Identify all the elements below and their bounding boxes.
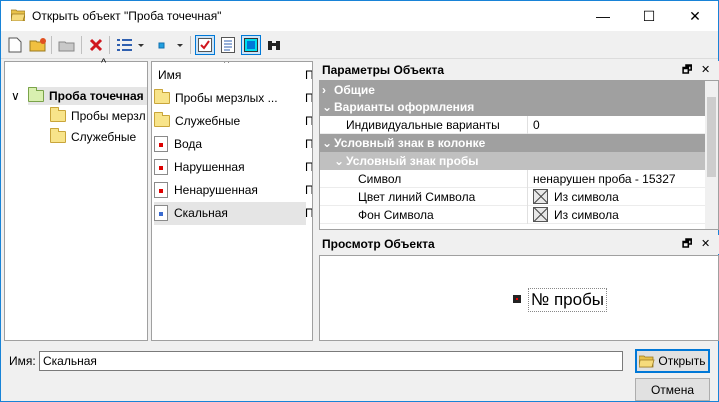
maximize-icon: ☐	[642, 7, 656, 24]
minimize-icon: —	[596, 8, 610, 24]
symbol-icon	[154, 182, 168, 198]
sort-up-icon: ^	[224, 61, 230, 69]
tree-item-service[interactable]: Служебные	[50, 128, 136, 146]
folder-icon	[50, 107, 66, 122]
list-item[interactable]: Пробы мерзлых ...	[154, 87, 306, 110]
folder-tree: ^ ∨ Проба точечная Пробы мерзл Служебные	[4, 57, 148, 341]
close-window-button[interactable]: ✕	[672, 1, 718, 31]
list-item[interactable]: Служебные	[154, 110, 306, 133]
tree-item-label: Проба точечная	[49, 89, 144, 103]
category-variants[interactable]: ⌄ Варианты оформления	[320, 98, 705, 116]
sample-point-icon	[513, 295, 521, 303]
preview-area: № пробы	[319, 255, 719, 341]
cancel-button[interactable]: Отмена	[635, 378, 710, 401]
folder-icon	[154, 89, 170, 104]
open-object-dialog: Открыть объект "Проба точечная" — ☐ ✕ ^ …	[0, 0, 719, 402]
delete-icon	[89, 38, 103, 52]
preview-header: Просмотр Объекта 🗗 ✕	[319, 235, 719, 254]
column-header-cut[interactable]: П	[305, 65, 312, 85]
close-icon[interactable]: ✕	[701, 235, 710, 254]
list-item[interactable]: Ненарушенная	[154, 179, 306, 202]
binoculars-icon	[268, 41, 280, 50]
tree-item-root[interactable]: Проба точечная	[28, 87, 147, 105]
property-line-color[interactable]: Цвет линий Символа Из символа	[320, 188, 705, 206]
new-button[interactable]	[5, 35, 25, 55]
up-level-button[interactable]	[57, 35, 77, 55]
new-folder-icon	[29, 38, 46, 52]
symbol-blue-icon	[154, 205, 168, 221]
minimize-button[interactable]: —	[580, 1, 626, 31]
name-label: Имя:	[9, 354, 36, 368]
chevron-down-icon: ∨	[11, 89, 20, 103]
symbol-mode-dropdown[interactable]	[153, 35, 185, 55]
open-folder-icon	[11, 9, 25, 21]
property-symbol[interactable]: Символ ненарушен проба - 15327	[320, 170, 705, 188]
scrollbar-thumb[interactable]	[707, 97, 716, 177]
preview-toggle[interactable]	[241, 35, 261, 55]
folder-icon	[28, 87, 44, 102]
chevron-right-icon: ›	[322, 83, 326, 97]
new-folder-button[interactable]	[28, 35, 48, 55]
property-individual[interactable]: Индивидуальные варианты 0	[320, 116, 705, 134]
find-button[interactable]	[264, 35, 284, 55]
chevron-down-icon: ⌄	[322, 136, 333, 150]
properties-header: Параметры Объекта 🗗 ✕	[319, 61, 719, 80]
list-item[interactable]: Нарушенная	[154, 156, 306, 179]
close-icon[interactable]: ✕	[701, 61, 710, 80]
delete-button[interactable]	[86, 35, 106, 55]
category-general[interactable]: › Общие	[320, 81, 705, 99]
preview-title: Просмотр Объекта	[322, 237, 435, 251]
column-header-name[interactable]: Имя	[158, 65, 181, 85]
view-mode-dropdown[interactable]	[114, 35, 146, 55]
pin-icon[interactable]: 🗗	[682, 61, 692, 80]
category-sample-sign[interactable]: ⌄ Условный знак пробы	[320, 152, 705, 170]
text-document-icon	[221, 37, 235, 53]
from-symbol-icon	[533, 189, 548, 204]
pin-icon[interactable]: 🗗	[682, 235, 692, 254]
properties-toggle[interactable]	[218, 35, 238, 55]
sample-number-label: № пробы	[528, 288, 608, 312]
property-scrollbar[interactable]	[705, 81, 718, 229]
list-view-icon	[117, 39, 144, 51]
tree-expander[interactable]: ∨	[11, 87, 20, 105]
check-toggle[interactable]	[195, 35, 215, 55]
square-symbol-icon	[158, 42, 183, 49]
list-item-selected[interactable]: Скальная	[154, 202, 306, 225]
tree-item-label: Пробы мерзл	[71, 109, 146, 123]
new-document-icon	[8, 37, 22, 53]
sort-up-icon: ^	[101, 57, 107, 69]
symbol-icon	[154, 136, 168, 152]
from-symbol-icon	[533, 207, 548, 222]
checkmark-icon	[198, 38, 212, 52]
folder-up-icon	[58, 41, 75, 52]
name-input[interactable]: Скальная	[39, 351, 623, 371]
list-item[interactable]: Вода	[154, 133, 306, 156]
property-background[interactable]: Фон Символа Из символа	[320, 206, 705, 224]
window-title: Открыть объект "Проба точечная"	[32, 9, 222, 23]
folder-icon	[154, 112, 170, 127]
properties-title: Параметры Объекта	[322, 63, 445, 77]
symbol-icon	[154, 159, 168, 175]
object-list: ^ Имя П Пробы мерзлых ... Служебные Вода…	[151, 61, 313, 341]
chevron-down-icon: ⌄	[334, 154, 345, 168]
open-folder-icon	[639, 355, 655, 367]
open-button[interactable]: Открыть	[635, 349, 710, 373]
chevron-down-icon: ⌄	[322, 100, 333, 114]
title-bar: Открыть объект "Проба точечная" — ☐ ✕	[1, 1, 718, 31]
preview-icon	[244, 38, 258, 52]
maximize-button[interactable]: ☐	[626, 1, 672, 31]
folder-icon	[50, 128, 66, 143]
tree-item-label: Служебные	[71, 130, 137, 144]
tree-item-frozen[interactable]: Пробы мерзл	[50, 107, 146, 125]
toolbar	[1, 32, 718, 59]
close-icon: ✕	[689, 7, 701, 24]
category-column-sign[interactable]: ⌄ Условный знак в колонке	[320, 134, 705, 152]
